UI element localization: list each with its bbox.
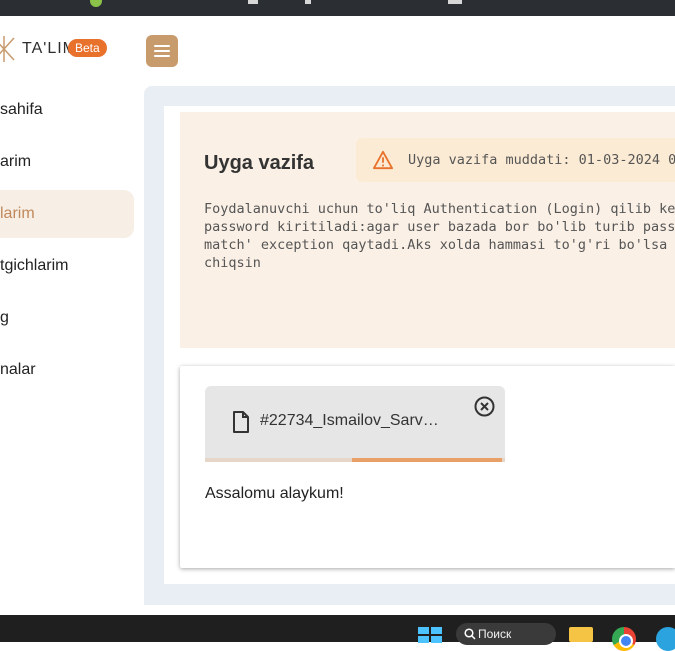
browser-tab-icon (448, 0, 462, 4)
sidebar-item-sozlamalar[interactable]: nalar (0, 346, 134, 394)
chrome-icon[interactable] (612, 627, 636, 651)
browser-tab-icon (248, 0, 258, 4)
sidebar-item-label: sahifa (0, 101, 43, 118)
windows-start-icon[interactable] (418, 627, 442, 643)
beta-badge: Beta (68, 39, 107, 57)
file-icon (233, 411, 249, 433)
sidebar-item-kurslarim[interactable]: arim (0, 138, 134, 186)
upload-progress-fill (352, 458, 502, 462)
sidebar-item-bosh-sahifa[interactable]: sahifa (0, 86, 134, 134)
task-title: Uyga vazifa (204, 152, 315, 174)
attached-file-name: #22734_Ismailov_Sarv… (260, 412, 439, 429)
sidebar-item-label: arim (0, 153, 32, 170)
os-taskbar: Поиск (0, 615, 675, 651)
deadline-alert: Uyga vazifa muddati: 01-03-2024 08:44 (356, 138, 675, 182)
deadline-text: Uyga vazifa muddati: 01-03-2024 08:44 (408, 152, 675, 168)
browser-top-strip (0, 0, 675, 16)
browser-tab-icon (305, 0, 311, 4)
sidebar-item-label: tgichlarim (0, 257, 69, 274)
sidebar-item-korsatkichlarim[interactable]: tgichlarim (0, 242, 134, 290)
upload-progress-bar (205, 458, 505, 462)
telegram-icon[interactable] (656, 627, 675, 651)
sidebar-item-label: g (0, 309, 9, 326)
logo-mark-icon (0, 36, 15, 62)
task-description: Foydalanuvchi uchun to'liq Authenticatio… (204, 201, 675, 271)
browser-tab-favicon-icon (90, 0, 102, 7)
search-icon (464, 628, 476, 640)
answer-message: Assalomu alaykum! (205, 485, 344, 502)
remove-file-icon[interactable] (474, 396, 495, 417)
hamburger-icon (154, 45, 170, 47)
menu-toggle-button[interactable] (146, 35, 178, 67)
sidebar: TA'LIM Beta sahifa arim larim tgichlarim… (0, 16, 144, 615)
warning-icon (372, 150, 393, 170)
sidebar-item-label: larim (0, 205, 35, 222)
taskbar-search-label: Поиск (478, 627, 512, 641)
file-explorer-icon[interactable] (569, 627, 593, 642)
sidebar-item-label: nalar (0, 361, 36, 378)
app-logo[interactable]: TA'LIM Beta (0, 32, 130, 66)
sidebar-item-vazifalarim[interactable]: larim (0, 190, 134, 238)
sidebar-item-reyting[interactable]: g (0, 294, 134, 342)
